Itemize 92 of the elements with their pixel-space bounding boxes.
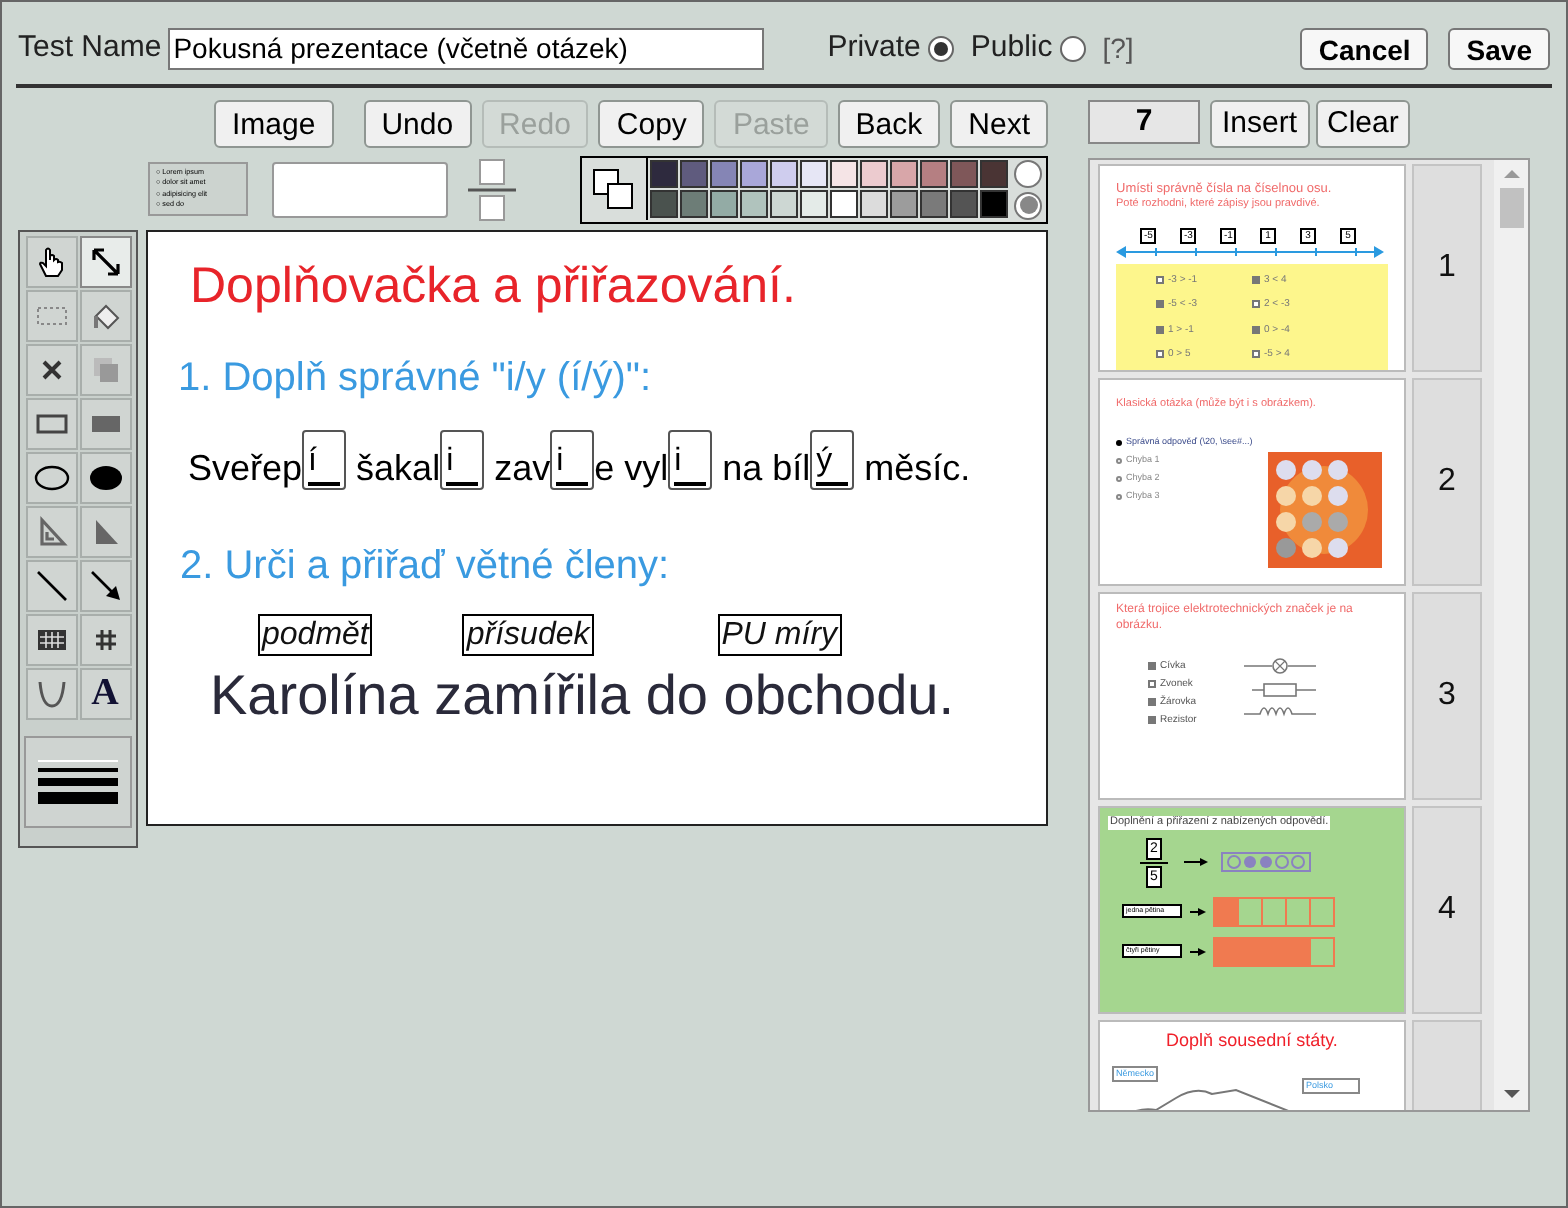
- toolbar-button[interactable]: Next: [950, 100, 1048, 148]
- answer-blank[interactable]: i: [440, 429, 485, 489]
- tool-button[interactable]: [25, 451, 77, 503]
- color-swatch[interactable]: [650, 190, 678, 218]
- scrollbar[interactable]: [1494, 160, 1528, 1110]
- sentence-text: Karolína zamířila do obchodu.: [210, 661, 956, 729]
- color-swatch[interactable]: [860, 160, 888, 188]
- line-icon: [33, 567, 69, 603]
- hand-icon: [33, 243, 69, 279]
- tool-button[interactable]: [79, 235, 131, 287]
- color-swatch[interactable]: [680, 190, 708, 218]
- toolbar-button[interactable]: Image: [213, 100, 334, 148]
- radio-button[interactable]: [1060, 35, 1087, 61]
- sentence-text: na bíl: [720, 445, 811, 489]
- color-swatch[interactable]: [950, 190, 978, 218]
- slide-number: 1: [1438, 248, 1456, 288]
- sentence-text: e vyl: [594, 445, 669, 489]
- sentence-text: šakal: [354, 445, 441, 489]
- panel-button[interactable]: Clear: [1315, 100, 1411, 148]
- header-button[interactable]: Save: [1448, 27, 1550, 69]
- color-swatch[interactable]: [920, 160, 948, 188]
- slide-title: Doplňovačka a přiřazování.: [190, 255, 798, 315]
- header-button[interactable]: Cancel: [1300, 27, 1429, 69]
- panel-button[interactable]: Insert: [1210, 100, 1310, 148]
- color-swatch[interactable]: [680, 160, 708, 188]
- color-swatch[interactable]: [800, 190, 828, 218]
- field-label: Test Name: [18, 27, 162, 68]
- color-swatch[interactable]: [890, 190, 918, 218]
- tool-button[interactable]: [79, 559, 131, 611]
- color-swatch[interactable]: [740, 160, 768, 188]
- radio-button[interactable]: [928, 35, 955, 61]
- tool-button[interactable]: [25, 559, 77, 611]
- question-heading: 1. Doplň správné "i/y (í/ý)":: [178, 353, 654, 401]
- slide-number: 3: [1438, 676, 1456, 716]
- tool-button[interactable]: [25, 613, 77, 665]
- color-swatch[interactable]: [770, 190, 798, 218]
- radio-label: Private: [827, 27, 921, 68]
- tool-button[interactable]: [25, 343, 77, 395]
- text-field[interactable]: [272, 161, 448, 217]
- answer-tag[interactable]: podmět: [258, 613, 373, 655]
- toolbar-button[interactable]: Undo: [363, 100, 472, 148]
- color-swatch[interactable]: [860, 190, 888, 218]
- color-swatch[interactable]: [710, 190, 738, 218]
- sentence-text: zav: [492, 445, 551, 489]
- color-swatch[interactable]: [950, 160, 978, 188]
- color-swatch[interactable]: [980, 160, 1008, 188]
- color-swatch[interactable]: [830, 190, 858, 218]
- arrow-icon: [87, 567, 123, 603]
- radio-label: Public: [970, 27, 1053, 68]
- question-heading: 2. Urči a přiřaď větné členy:: [180, 541, 672, 589]
- answer-blank[interactable]: í: [302, 429, 347, 489]
- help-link[interactable]: [?]: [1102, 27, 1134, 69]
- color-swatch[interactable]: [650, 160, 678, 188]
- number-line-icon: [1116, 244, 1384, 260]
- tool-button[interactable]: [79, 451, 131, 503]
- answer-blank[interactable]: i: [550, 429, 595, 489]
- slide-counter: 7: [1088, 100, 1200, 144]
- color-swatch[interactable]: [740, 190, 768, 218]
- slide-number-cell[interactable]: 3: [1412, 592, 1482, 800]
- slide-number-cell[interactable]: 1: [1412, 164, 1482, 372]
- color-swatch[interactable]: [800, 160, 828, 188]
- resize-icon: [87, 243, 123, 279]
- tool-button[interactable]: A: [79, 667, 131, 719]
- answer-tag[interactable]: přísudek: [462, 613, 594, 655]
- color-swatch[interactable]: [830, 160, 858, 188]
- slide-number-cell[interactable]: 4: [1412, 806, 1482, 1014]
- answer-tag[interactable]: PU míry: [717, 613, 842, 655]
- slide-number: 2: [1438, 462, 1456, 502]
- mode-radio[interactable]: [1014, 159, 1042, 187]
- toolbar-button[interactable]: Back: [837, 100, 941, 148]
- fraction-icon[interactable]: [468, 157, 516, 221]
- mode-radio[interactable]: [1014, 191, 1042, 219]
- color-swatch[interactable]: [980, 190, 1008, 218]
- sentence-text: měsíc.: [862, 445, 971, 489]
- line-width-picker[interactable]: [24, 735, 132, 827]
- answer-blank[interactable]: i: [668, 429, 713, 489]
- tool-button[interactable]: [25, 235, 77, 287]
- tool-button[interactable]: [25, 397, 77, 449]
- thumbnail-title: Doplň sousední státy.: [1166, 1030, 1338, 1052]
- answer-blank[interactable]: ý: [810, 429, 855, 489]
- fill-stroke-icon[interactable]: [592, 167, 636, 211]
- test-name-field[interactable]: Pokusná prezentace (včetně otázek): [167, 27, 764, 69]
- slide-number-cell[interactable]: 2: [1412, 378, 1482, 586]
- sentence-text: Sveřep: [188, 445, 303, 489]
- color-swatch[interactable]: [770, 160, 798, 188]
- color-swatch[interactable]: [890, 160, 918, 188]
- slide-number: 4: [1438, 890, 1456, 930]
- color-swatch[interactable]: [920, 190, 948, 218]
- color-swatch[interactable]: [710, 160, 738, 188]
- dots-drawing: [1184, 850, 1312, 875]
- tool-button[interactable]: [79, 613, 131, 665]
- toolbar-button[interactable]: Copy: [598, 100, 705, 148]
